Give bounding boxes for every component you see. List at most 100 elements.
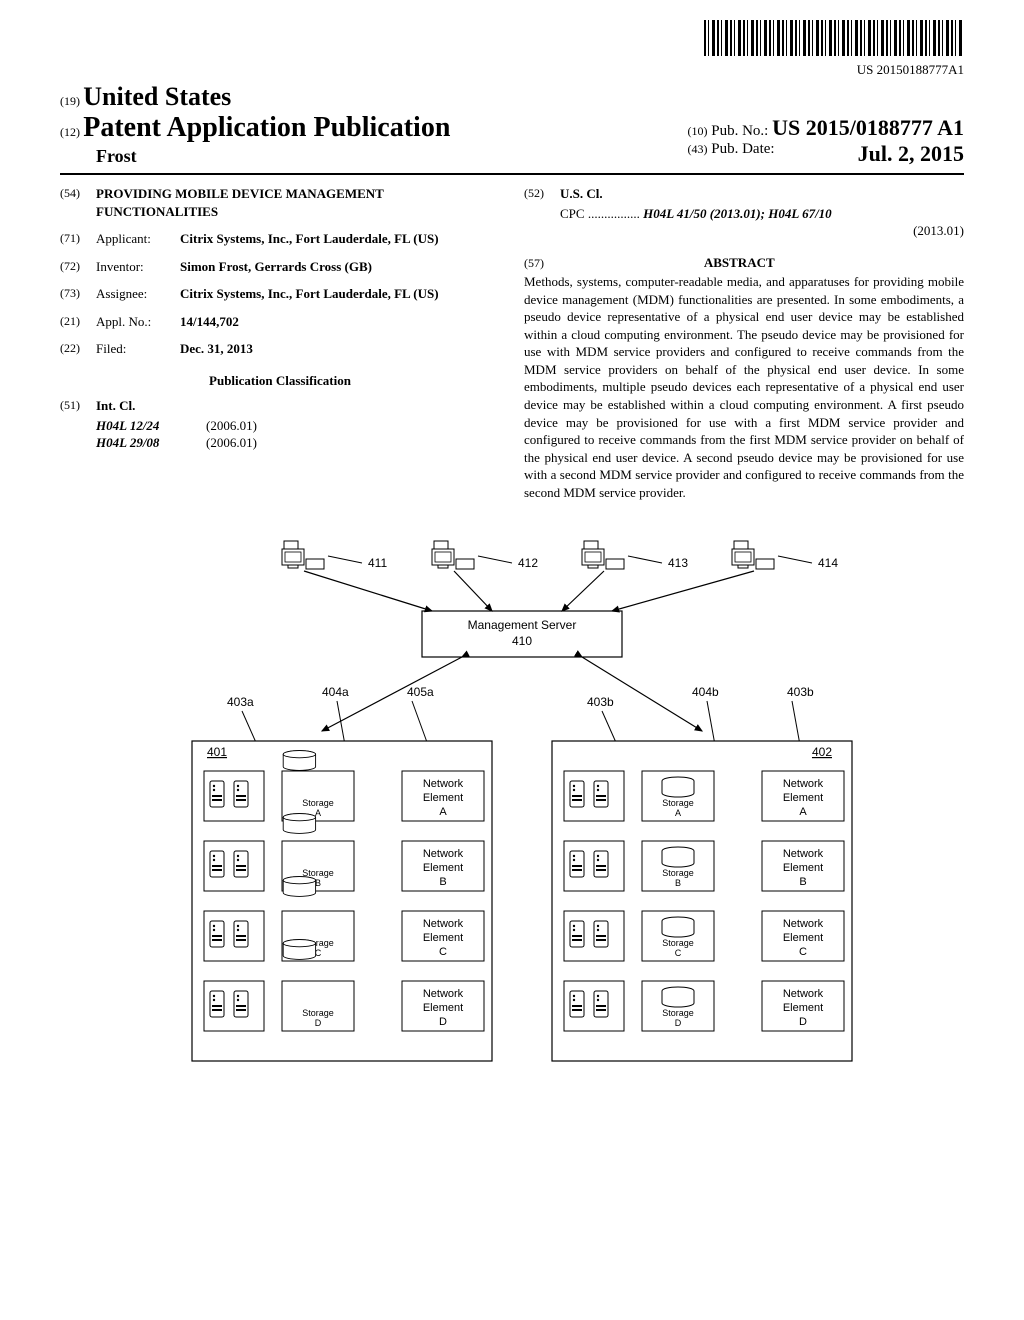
- netelem-l2: Element: [783, 862, 823, 874]
- netelem-suffix-a: A: [439, 806, 447, 818]
- intcl-row-0: H04L 12/24 (2006.01): [96, 417, 500, 435]
- ref-414: 414: [818, 556, 838, 570]
- applno-value: 14/144,702: [180, 313, 500, 331]
- filed-text: Dec. 31, 2013: [180, 341, 253, 356]
- storage-label: Storage: [662, 938, 694, 948]
- code-72: (72): [60, 258, 96, 276]
- workstation-icon: [732, 541, 774, 569]
- storage-suffix-b: B: [675, 878, 681, 888]
- country: United States: [83, 82, 231, 111]
- netelem-l2: Element: [783, 792, 823, 804]
- code-51: (51): [60, 397, 96, 415]
- field-52: (52) U.S. Cl.: [524, 185, 964, 203]
- netelem-suffix-c: C: [799, 946, 807, 958]
- assignee-text: Citrix Systems, Inc., Fort Lauderdale, F…: [180, 286, 439, 301]
- storage-label: Storage: [302, 798, 334, 808]
- field-21: (21) Appl. No.: 14/144,702: [60, 313, 500, 331]
- ref-401: 401: [207, 745, 227, 759]
- header-left: (19) United States (12) Patent Applicati…: [60, 82, 450, 167]
- label-intcl: Int. Cl.: [96, 397, 135, 415]
- code-12: (12): [60, 125, 80, 139]
- cpc-line1: H04L 41/50 (2013.01); H04L 67/10: [643, 206, 832, 221]
- label-applicant: Applicant:: [96, 230, 180, 248]
- figure-svg: 411 412 413 414 Management Server 410 40…: [132, 531, 892, 1091]
- netelem-l1: Network: [783, 918, 824, 930]
- inventor-text: Simon Frost, Gerrards Cross (GB): [180, 259, 372, 274]
- applicant-value: Citrix Systems, Inc., Fort Lauderdale, F…: [180, 230, 500, 248]
- right-column: (52) U.S. Cl. CPC ................ H04L …: [524, 185, 964, 501]
- netelem-suffix-d: D: [799, 1016, 807, 1028]
- applicant-text: Citrix Systems, Inc., Fort Lauderdale, F…: [180, 231, 439, 246]
- storage-suffix-a: A: [315, 808, 321, 818]
- netelem-l2: Element: [423, 792, 463, 804]
- header-right: (10) Pub. No.: US 2015/0188777 A1 (43) P…: [687, 115, 964, 167]
- intcl-text: Int. Cl.: [96, 398, 135, 413]
- lead-403b-r: 403b: [787, 685, 814, 699]
- abstract-heading: ABSTRACT: [563, 254, 915, 272]
- field-71: (71) Applicant: Citrix Systems, Inc., Fo…: [60, 230, 500, 248]
- label-applno: Appl. No.:: [96, 313, 180, 331]
- cpc-lines: CPC ................ H04L 41/50 (2013.01…: [524, 205, 964, 240]
- intcl-ver-0: (2006.01): [206, 417, 257, 435]
- field-51: (51) Int. Cl.: [60, 397, 500, 415]
- netelem-l1: Network: [423, 848, 464, 860]
- assignee-value: Citrix Systems, Inc., Fort Lauderdale, F…: [180, 285, 500, 303]
- cpc-line1-text: H04L 41/50 (2013.01); H04L 67/10: [643, 206, 832, 221]
- author-name: Frost: [60, 146, 450, 167]
- invention-title: PROVIDING MOBILE DEVICE MANAGEMENT FUNCT…: [96, 185, 500, 220]
- pubno-label: Pub. No.:: [711, 123, 768, 139]
- label-assignee: Assignee:: [96, 285, 180, 303]
- intcl-class-1: H04L 29/08: [96, 434, 206, 452]
- workstation-icon: [432, 541, 474, 569]
- intcl-ver-1: (2006.01): [206, 434, 257, 452]
- uscl-text: U.S. Cl.: [560, 186, 603, 201]
- code-43: (43): [687, 142, 707, 156]
- field-72: (72) Inventor: Simon Frost, Gerrards Cro…: [60, 258, 500, 276]
- figure: 411 412 413 414 Management Server 410 40…: [60, 531, 964, 1091]
- lead-403a: 403a: [227, 695, 254, 709]
- header-block: (19) United States (12) Patent Applicati…: [60, 82, 964, 175]
- lead-404a: 404a: [322, 685, 349, 699]
- netelem-suffix-b: B: [439, 876, 446, 888]
- doc-type: Patent Application Publication: [83, 112, 450, 143]
- intcl-row-1: H04L 29/08 (2006.01): [96, 434, 500, 452]
- intcl-class-0: H04L 12/24: [96, 417, 206, 435]
- applno-text: 14/144,702: [180, 314, 239, 329]
- code-57: (57): [524, 255, 560, 271]
- lead-405a: 405a: [407, 685, 434, 699]
- code-21: (21): [60, 313, 96, 331]
- netelem-suffix-d: D: [439, 1016, 447, 1028]
- netelem-suffix-c: C: [439, 946, 447, 958]
- workstation-icon: [582, 541, 624, 569]
- code-52: (52): [524, 185, 560, 203]
- code-22: (22): [60, 340, 96, 358]
- code-54: (54): [60, 185, 96, 220]
- storage-suffix-d: D: [315, 1018, 322, 1028]
- code-19: (19): [60, 94, 80, 108]
- code-10: (10): [687, 124, 707, 138]
- netelem-l2: Element: [423, 932, 463, 944]
- ref-412: 412: [518, 556, 538, 570]
- pub-number: US 2015/0188777 A1: [772, 115, 964, 140]
- barcode-region: US 20150188777A1: [60, 20, 964, 78]
- lead-404b: 404b: [692, 685, 719, 699]
- netelem-l2: Element: [423, 1002, 463, 1014]
- netelem-l1: Network: [783, 848, 824, 860]
- field-73: (73) Assignee: Citrix Systems, Inc., For…: [60, 285, 500, 303]
- cpc-prefix: CPC ................: [560, 206, 640, 221]
- workstation-icon: [282, 541, 324, 569]
- storage-suffix-d: D: [675, 1018, 682, 1028]
- netelem-suffix-a: A: [799, 806, 807, 818]
- pubdate-label: Pub. Date:: [711, 141, 774, 157]
- abstract-text: Methods, systems, computer-readable medi…: [524, 273, 964, 501]
- netelem-l2: Element: [783, 1002, 823, 1014]
- storage-label: Storage: [302, 1008, 334, 1018]
- mgmt-server-label: Management Server: [468, 618, 577, 632]
- ref-402: 402: [812, 745, 832, 759]
- code-71: (71): [60, 230, 96, 248]
- storage-label: Storage: [302, 868, 334, 878]
- field-54: (54) PROVIDING MOBILE DEVICE MANAGEMENT …: [60, 185, 500, 220]
- netelem-l2: Element: [783, 932, 823, 944]
- netelem-suffix-b: B: [799, 876, 806, 888]
- pub-date: Jul. 2, 2015: [858, 141, 964, 167]
